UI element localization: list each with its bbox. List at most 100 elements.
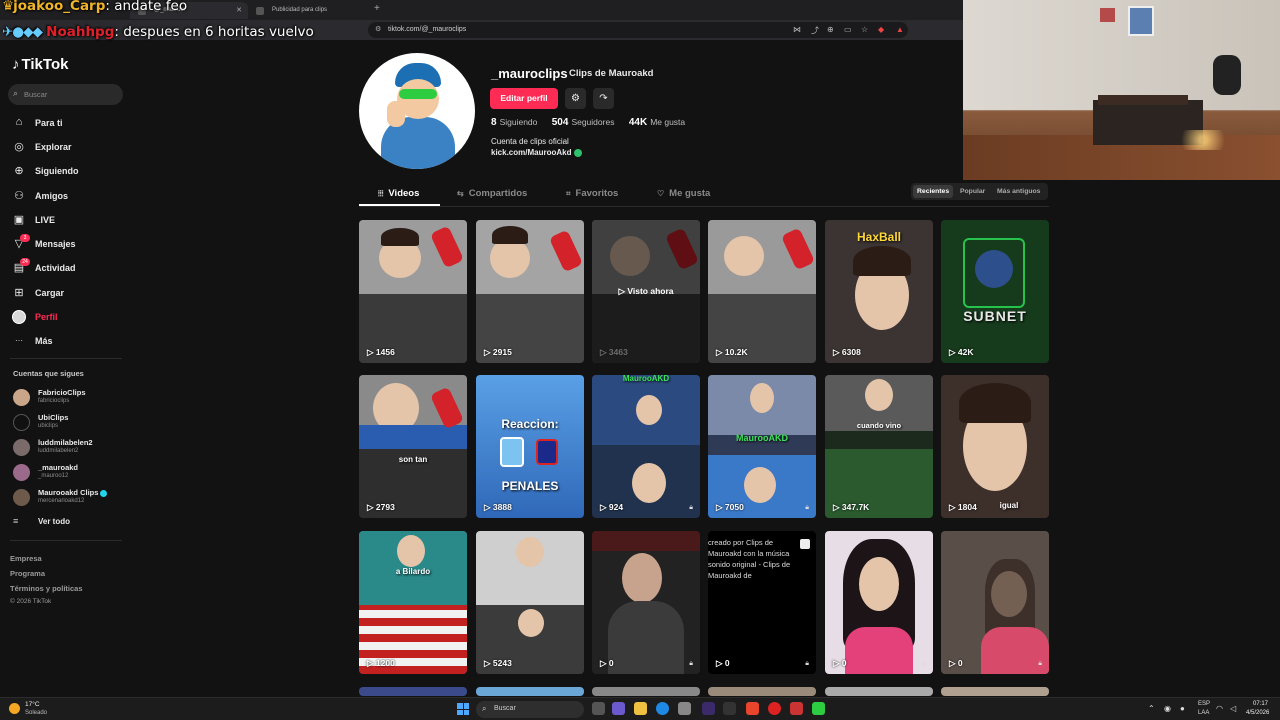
language-indicator[interactable]: ESP [1198, 701, 1210, 707]
sort-recientes[interactable]: Recientes [913, 185, 954, 198]
nav-actividad[interactable]: ▤ 24 Actividad [12, 258, 124, 279]
reader-icon[interactable]: ⋈ [793, 25, 801, 34]
see-all-button[interactable]: ≡ Ver todo [13, 516, 123, 530]
followed-account[interactable]: _mauroakd _mauroo12 [13, 462, 128, 484]
stat-followers[interactable]: 504 Seguidores [552, 117, 615, 128]
account-name: luddmilabelen2 [38, 438, 93, 447]
weather-desc[interactable]: Soleado [25, 710, 47, 716]
zoom-icon[interactable]: ⊕ [827, 25, 834, 34]
app-icon[interactable] [702, 702, 715, 715]
video-tile-partial[interactable] [592, 687, 700, 696]
video-tile-partial[interactable] [708, 687, 816, 696]
friends-icon: ⚇ [14, 190, 24, 202]
video-tile[interactable]: ▷ 1456 [359, 220, 467, 363]
followed-account[interactable]: Maurooakd Clips mercenarioakd12 [13, 487, 128, 509]
followed-account[interactable]: luddmilabelen2 luddmilabelen2 [13, 437, 128, 459]
video-tile-partial[interactable] [941, 687, 1049, 696]
footer-link-programa[interactable]: Programa [10, 569, 45, 578]
video-tile[interactable]: son tan ▷ 2793 [359, 375, 467, 518]
crown-badge-icon: ♛ [2, 0, 14, 14]
brave-icon[interactable] [746, 702, 759, 715]
video-tile[interactable]: ▷ 2915 [476, 220, 584, 363]
clock-date[interactable]: 4/5/2026 [1246, 710, 1269, 716]
nav-para-ti[interactable]: ⌂ Para ti [12, 116, 124, 134]
nav-cargar[interactable]: ⊞ Cargar [12, 286, 124, 304]
video-tile[interactable]: ▷ Visto ahora ▷ 3463 [592, 220, 700, 363]
stat-following[interactable]: 8 Siguiendo [491, 117, 537, 128]
followed-account[interactable]: FabricioClips fabricioclips [13, 387, 128, 409]
screenshot-icon[interactable]: ▭ [844, 25, 852, 34]
calculator-icon[interactable] [678, 702, 691, 715]
site-info-icon[interactable]: ⚙ [375, 25, 381, 33]
tray-app-icon[interactable]: ◉ [1164, 704, 1171, 713]
video-tile-partial[interactable] [476, 687, 584, 696]
video-tile[interactable]: creado por Clips de Mauroakd con la músi… [708, 531, 816, 674]
video-tile[interactable]: ▷ 10.2K [708, 220, 816, 363]
file-explorer-icon[interactable] [634, 702, 647, 715]
nav-amigos[interactable]: ⚇ Amigos [12, 189, 124, 207]
video-tile[interactable]: ▷ 0 🔒︎ [941, 531, 1049, 674]
brave-shield-icon[interactable]: ◆ [878, 25, 884, 34]
taskbar-search[interactable]: ⌕ Buscar [476, 701, 584, 718]
sort-mas-antiguos[interactable]: Más antiguos [993, 185, 1044, 198]
nav-perfil[interactable]: Perfil [12, 310, 124, 328]
tab-compartidos[interactable]: ⇆ Compartidos [457, 188, 527, 199]
video-tile[interactable]: ▷ 0 🔒︎ [592, 531, 700, 674]
settings-button[interactable]: ⚙ [565, 88, 586, 109]
kick-icon[interactable] [812, 702, 825, 715]
video-tile[interactable]: SUBNET ▷ 42K [941, 220, 1049, 363]
windows-start-icon[interactable] [457, 703, 469, 715]
search-input[interactable]: ⌕ Buscar [8, 84, 123, 105]
weather-temp[interactable]: 17°C [25, 701, 40, 708]
video-tile[interactable]: ▷ 5243 [476, 531, 584, 674]
tab-favoritos[interactable]: ⌗ Favoritos [566, 188, 618, 199]
sun-icon[interactable] [9, 703, 20, 714]
edit-profile-button[interactable]: Editar perfil [490, 88, 558, 109]
widgets-icon[interactable] [612, 702, 625, 715]
new-tab-button[interactable]: + [374, 3, 380, 14]
video-tile[interactable]: Reaccion: PENALES ▷ 3888 [476, 375, 584, 518]
video-tile[interactable]: a Bilardo ▷ 1200 [359, 531, 467, 674]
tiktok-logo[interactable]: ♪ TikTok [12, 56, 68, 73]
nav-mas[interactable]: ··· Más [12, 334, 124, 352]
edge-icon[interactable] [656, 702, 669, 715]
close-tab-icon[interactable]: ✕ [236, 6, 242, 14]
rewards-icon[interactable]: ▲ [896, 25, 904, 34]
profile-link[interactable]: kick.com/MaurooAkd [491, 148, 583, 157]
nav-mensajes[interactable]: ▽ 3 Mensajes [12, 234, 124, 255]
clock-time[interactable]: 07:17 [1253, 701, 1268, 707]
keyboard-layout[interactable]: LAA [1198, 710, 1209, 716]
nav-live[interactable]: ▣ LIVE [12, 213, 124, 231]
obs-icon[interactable] [768, 702, 781, 715]
profile-avatar[interactable] [359, 53, 475, 169]
video-tile[interactable]: ▷ 0 🔒︎ [825, 531, 933, 674]
video-caption: son tan [398, 455, 428, 464]
video-tile-partial[interactable] [825, 687, 933, 696]
bookmark-icon[interactable]: ☆ [861, 25, 868, 34]
footer-link-terminos[interactable]: Términos y políticas [10, 584, 83, 593]
share-icon[interactable]: ⤴ [811, 25, 819, 36]
video-tile[interactable]: igual ▷ 1804 [941, 375, 1049, 518]
browser-tab[interactable]: Publicidad para clips [248, 2, 370, 19]
video-tile[interactable]: MaurooAKD ▷ 924 🔒︎ [592, 375, 700, 518]
app-icon[interactable] [723, 702, 736, 715]
followed-account[interactable]: UbiClips ubiclips [13, 412, 128, 434]
nav-explorar[interactable]: ◎ Explorar [12, 140, 124, 158]
video-tile[interactable]: HaxBall ▷ 6308 [825, 220, 933, 363]
task-view-icon[interactable] [592, 702, 605, 715]
volume-icon[interactable]: ◁ [1230, 704, 1236, 713]
video-tile[interactable]: cuando vino ▷ 347.7K [825, 375, 933, 518]
share-profile-button[interactable]: ↷ [593, 88, 614, 109]
tab-me-gusta[interactable]: ♡ Me gusta [657, 188, 710, 199]
tab-videos[interactable]: ⦙⦙⦙ Videos [378, 188, 419, 199]
wifi-icon[interactable]: ◠ [1216, 704, 1223, 713]
app-icon[interactable] [790, 702, 803, 715]
tray-chevron-icon[interactable]: ⌃ [1148, 704, 1155, 713]
search-icon: ⌕ [13, 88, 19, 98]
footer-link-empresa[interactable]: Empresa [10, 554, 42, 563]
video-tile-partial[interactable] [359, 687, 467, 696]
tray-mic-icon[interactable]: ● [1180, 704, 1185, 713]
nav-siguiendo[interactable]: ⊕ Siguiendo [12, 164, 124, 182]
video-tile[interactable]: MaurooAKD ▷ 7050 🔒︎ [708, 375, 816, 518]
sort-popular[interactable]: Popular [956, 185, 989, 198]
